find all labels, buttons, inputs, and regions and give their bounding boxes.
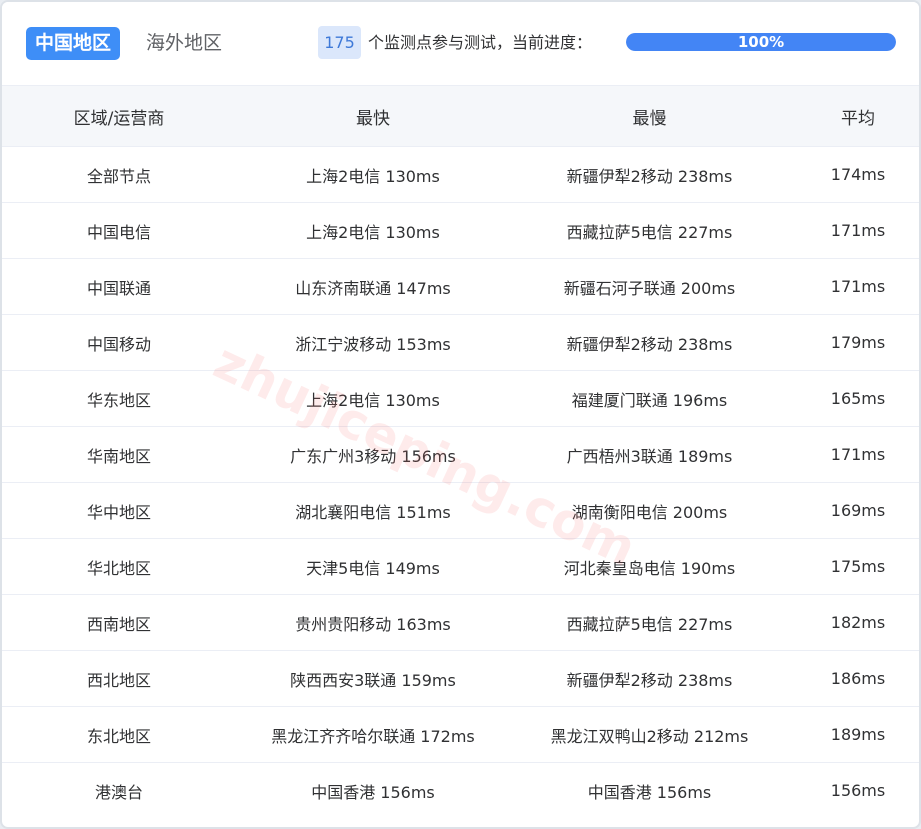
cell-region: 华东地区 xyxy=(2,370,236,427)
cell-average: 171ms xyxy=(789,426,919,483)
cell-average: 171ms xyxy=(789,258,919,315)
cell-fastest: 湖北襄阳电信 151ms xyxy=(236,482,510,539)
speed-test-card: 中国地区 海外地区 175 个监测点参与测试，当前进度： 100% 区域/运营商… xyxy=(0,0,921,829)
cell-slowest: 黑龙江双鸭山2移动 212ms xyxy=(510,706,789,763)
cell-fastest: 中国香港 156ms xyxy=(311,782,435,802)
cell-region: 港澳台 xyxy=(94,782,143,802)
cell-slowest: 新疆伊犁2移动 238ms xyxy=(510,314,789,371)
table-row: 华东地区 上海2电信 130ms 福建厦门联通 196ms 165ms xyxy=(2,370,919,427)
cell-region: 中国电信 xyxy=(2,202,236,259)
progress-label: 100% xyxy=(737,33,785,51)
cell-fastest: 浙江宁波移动 153ms xyxy=(236,314,510,371)
cell-average: 171ms xyxy=(789,202,919,259)
table-row: 西南地区 贵州贵阳移动 163ms 西藏拉萨5电信 227ms 182ms xyxy=(2,594,919,651)
cell-fastest: 上海2电信 130ms xyxy=(236,146,510,203)
node-count-badge: 175 xyxy=(318,26,361,59)
table-row: 华北地区 天津5电信 149ms 河北秦皇岛电信 190ms 175ms xyxy=(2,538,919,595)
table-row: 西北地区 陕西西安3联通 159ms 新疆伊犁2移动 238ms 186ms xyxy=(2,650,919,707)
table-row: 中国电信 上海2电信 130ms 西藏拉萨5电信 227ms 171ms xyxy=(2,202,919,259)
latency-table: 区域/运营商 最快 最慢 平均 全部节点 上海2电信 130ms 新疆伊犁2移动… xyxy=(2,86,919,819)
cell-slowest: 广西梧州3联通 189ms xyxy=(510,426,789,483)
cell-slowest: 新疆伊犁2移动 238ms xyxy=(510,650,789,707)
cell-slowest: 河北秦皇岛电信 190ms xyxy=(510,538,789,595)
cell-region: 中国移动 xyxy=(2,314,236,371)
cell-average: 175ms xyxy=(789,538,919,595)
cell-slowest: 西藏拉萨5电信 227ms xyxy=(510,202,789,259)
cell-fastest: 天津5电信 149ms xyxy=(236,538,510,595)
cell-slowest: 湖南衡阳电信 200ms xyxy=(510,482,789,539)
cell-average: 156ms xyxy=(830,781,886,800)
cell-average: 182ms xyxy=(789,594,919,651)
table-row: 东北地区 黑龙江齐齐哈尔联通 172ms 黑龙江双鸭山2移动 212ms 189… xyxy=(2,706,919,763)
cell-region: 华中地区 xyxy=(2,482,236,539)
cell-region: 中国联通 xyxy=(2,258,236,315)
progress-status-text: 个监测点参与测试，当前进度： xyxy=(368,33,593,52)
table-row: 华南地区 广东广州3移动 156ms 广西梧州3联通 189ms 171ms xyxy=(2,426,919,483)
cell-region: 西北地区 xyxy=(2,650,236,707)
table-row: 中国移动 浙江宁波移动 153ms 新疆伊犁2移动 238ms 179ms xyxy=(2,314,919,371)
cell-average: 179ms xyxy=(789,314,919,371)
column-header-slowest: 最慢 xyxy=(510,86,789,147)
tab-overseas[interactable]: 海外地区 xyxy=(146,27,222,60)
cell-fastest: 山东济南联通 147ms xyxy=(236,258,510,315)
cell-slowest: 福建厦门联通 196ms xyxy=(510,370,789,427)
table-header-row: 区域/运营商 最快 最慢 平均 xyxy=(2,86,919,147)
cell-average: 169ms xyxy=(789,482,919,539)
table-row: 华中地区 湖北襄阳电信 151ms 湖南衡阳电信 200ms 169ms xyxy=(2,482,919,539)
cell-region: 华南地区 xyxy=(2,426,236,483)
cell-fastest: 黑龙江齐齐哈尔联通 172ms xyxy=(236,706,510,763)
top-bar: 中国地区 海外地区 175 个监测点参与测试，当前进度： 100% xyxy=(2,2,919,86)
cell-region: 西南地区 xyxy=(2,594,236,651)
cell-slowest: 新疆伊犁2移动 238ms xyxy=(510,146,789,203)
cell-fastest: 上海2电信 130ms xyxy=(236,202,510,259)
tab-china[interactable]: 中国地区 xyxy=(26,27,121,60)
table-row: 全部节点 上海2电信 130ms 新疆伊犁2移动 238ms 174ms xyxy=(2,146,919,203)
column-header-fastest: 最快 xyxy=(236,86,510,147)
cell-average: 189ms xyxy=(789,706,919,763)
cell-average: 186ms xyxy=(789,650,919,707)
cell-fastest: 上海2电信 130ms xyxy=(236,370,510,427)
cell-slowest: 西藏拉萨5电信 227ms xyxy=(510,594,789,651)
cell-fastest: 陕西西安3联通 159ms xyxy=(236,650,510,707)
column-header-average: 平均 xyxy=(789,86,919,147)
table-row: 中国联通 山东济南联通 147ms 新疆石河子联通 200ms 171ms xyxy=(2,258,919,315)
cell-slowest: 中国香港 156ms xyxy=(587,782,712,802)
cell-slowest: 新疆石河子联通 200ms xyxy=(510,258,789,315)
cell-region: 华北地区 xyxy=(2,538,236,595)
table-row: 港澳台 中国香港 156ms 中国香港 156ms 156ms xyxy=(2,763,919,819)
cell-region: 东北地区 xyxy=(2,706,236,763)
cell-average: 165ms xyxy=(789,370,919,427)
cell-average: 174ms xyxy=(789,146,919,203)
cell-fastest: 广东广州3移动 156ms xyxy=(236,426,510,483)
cell-region: 全部节点 xyxy=(2,146,236,203)
cell-fastest: 贵州贵阳移动 163ms xyxy=(236,594,510,651)
progress-bar: 100% xyxy=(626,33,896,51)
column-header-region: 区域/运营商 xyxy=(2,86,236,147)
